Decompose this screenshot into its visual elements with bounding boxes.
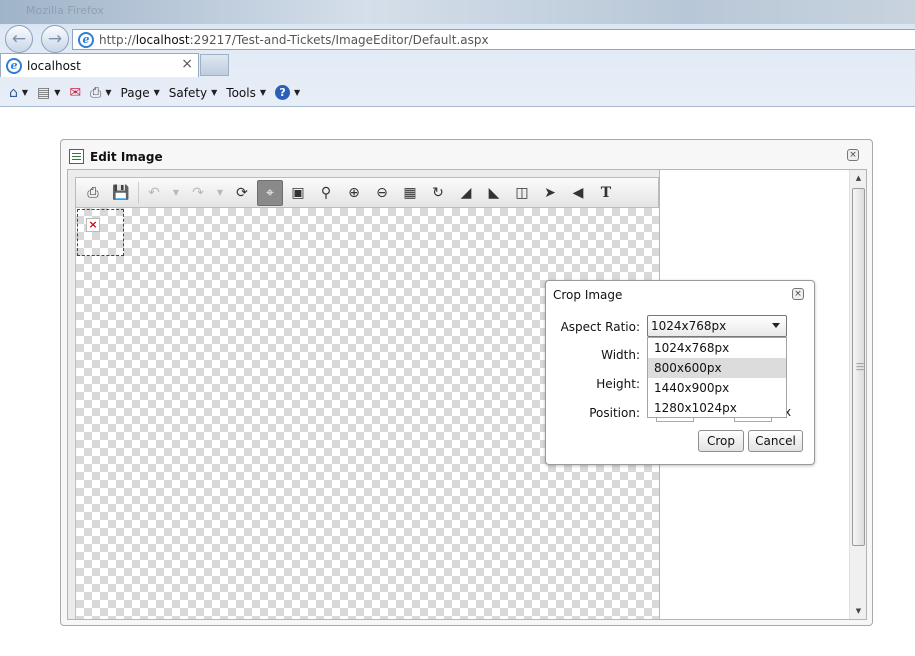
chevron-down-icon: ▼	[54, 88, 61, 97]
mail-icon: ✉	[69, 84, 82, 101]
scroll-down-arrow-icon[interactable]: ▼	[850, 603, 867, 619]
crop-selection-rectangle[interactable]: ×	[77, 209, 124, 256]
chevron-down-icon: ▼	[153, 88, 160, 97]
opacity-icon[interactable]: ➤	[537, 180, 563, 206]
edit-image-title: Edit Image	[90, 149, 163, 164]
chevron-down-icon: ▼	[21, 88, 29, 97]
print-icon[interactable]: ⎙	[80, 180, 106, 206]
tab-favicon-icon: e	[6, 57, 22, 74]
feeds-button[interactable]: ▤ ▼	[37, 85, 60, 101]
cancel-button[interactable]: Cancel	[748, 430, 803, 452]
position-label: Position:	[589, 406, 640, 420]
best-fit-icon[interactable]: ▦	[397, 180, 423, 206]
undo-dropdown-icon[interactable]: ▼	[169, 180, 183, 206]
rss-feed-icon: ▤	[37, 84, 51, 101]
flip-vertical-icon[interactable]: ◣	[481, 180, 507, 206]
safety-menu[interactable]: Safety ▼	[169, 86, 218, 100]
url-host: localhost	[135, 32, 190, 47]
chevron-down-icon: ▼	[259, 88, 267, 97]
aspect-ratio-value: 1024x768px	[651, 319, 727, 333]
tools-menu[interactable]: Tools ▼	[226, 86, 266, 100]
home-button[interactable]: ⌂ ▼	[9, 85, 28, 101]
print-menu-button[interactable]: ⎙ ▼	[90, 85, 111, 101]
rotate-icon[interactable]: ↻	[425, 180, 451, 206]
aspect-ratio-label: Aspect Ratio:	[560, 320, 640, 334]
browser-chrome: Mozilla Firefox ← → e http://localhost:2…	[0, 0, 915, 107]
undo-icon[interactable]: ↶	[141, 180, 167, 206]
browser-tab[interactable]: e localhost ×	[0, 53, 199, 77]
edit-image-titlebar: Edit Image	[69, 149, 163, 164]
page-menu[interactable]: Page ▼	[121, 86, 160, 100]
new-tab-button[interactable]	[200, 54, 229, 76]
chevron-down-icon	[772, 323, 780, 328]
edit-image-close-button[interactable]: ×	[847, 149, 859, 161]
zoom-in-icon[interactable]: ⊕	[341, 180, 367, 206]
aspect-ratio-dropdown-list: 1024x768px 800x600px 1440x900px 1280x102…	[647, 337, 787, 418]
aspect-option[interactable]: 1280x1024px	[648, 398, 786, 418]
broken-image-icon: ×	[86, 218, 100, 232]
zoom-icon[interactable]: ⚲	[313, 180, 339, 206]
window-title: Mozilla Firefox	[26, 4, 104, 17]
crop-dialog-close-button[interactable]: ×	[792, 288, 804, 300]
crop-dialog-title: Crop Image	[553, 288, 623, 302]
crop-icon[interactable]: ⌖	[257, 179, 283, 206]
printer-icon: ⎙	[90, 84, 102, 101]
address-bar[interactable]: e http://localhost:29217/Test-and-Ticket…	[72, 29, 915, 50]
forward-arrow-icon: →	[47, 29, 63, 49]
save-icon[interactable]: 💾	[108, 180, 134, 206]
crop-button[interactable]: Crop	[698, 430, 744, 452]
grip-icon: — — —	[856, 359, 864, 374]
image-editor-toolbar: ⎙ 💾 ↶ ▼ ↷ ▼ ⟳ ⌖ ▣ ⚲ ⊕ ⊖ ▦ ↻ ◢ ◣ ◫ ➤ ◀ T	[75, 177, 659, 208]
mail-button[interactable]: ✉	[69, 85, 81, 101]
toolbar-separator	[138, 181, 139, 204]
aspect-ratio-select[interactable]: 1024x768px	[647, 315, 787, 337]
back-arrow-icon: ←	[11, 29, 27, 49]
window-titlebar: Mozilla Firefox	[0, 0, 915, 24]
flip-horizontal-icon[interactable]: ◫	[509, 180, 535, 206]
document-icon	[69, 149, 84, 164]
redo-icon[interactable]: ↷	[185, 180, 211, 206]
scroll-up-arrow-icon[interactable]: ▲	[850, 170, 867, 186]
home-icon: ⌂	[9, 84, 18, 101]
chevron-down-icon: ▼	[294, 88, 301, 97]
tools-menu-label: Tools	[226, 85, 256, 100]
page-menu-label: Page	[120, 85, 150, 100]
redo-dropdown-icon[interactable]: ▼	[213, 180, 227, 206]
url-path: :29217/Test-and-Tickets/ImageEditor/Defa…	[189, 32, 489, 47]
chevron-down-icon: ▼	[211, 88, 218, 97]
resize-icon[interactable]: ▣	[285, 180, 311, 206]
flip-icon[interactable]: ◢	[453, 180, 479, 206]
crop-image-dialog: Crop Image × Aspect Ratio: Width: Height…	[545, 280, 815, 465]
zoom-out-icon[interactable]: ⊖	[369, 180, 395, 206]
vertical-scrollbar[interactable]: ▲ — — — ▼	[849, 170, 866, 619]
aspect-option[interactable]: 800x600px	[648, 358, 786, 378]
safety-menu-label: Safety	[168, 85, 208, 100]
command-bar: ⌂ ▼ ▤ ▼ ✉ ⎙ ▼ Page ▼ Safety ▼ Tools ▼ ? ▼	[0, 79, 300, 106]
help-menu[interactable]: ? ▼	[275, 85, 300, 100]
height-label: Height:	[596, 377, 640, 391]
aspect-option[interactable]: 1024x768px	[648, 338, 786, 358]
chevron-down-icon: ▼	[105, 88, 112, 97]
url-prefix: http://	[99, 32, 136, 47]
forward-button[interactable]: →	[41, 25, 69, 53]
mirror-icon[interactable]: ◀	[565, 180, 591, 206]
width-label: Width:	[601, 348, 640, 362]
add-text-icon[interactable]: T	[593, 180, 619, 206]
tab-title: localhost	[27, 58, 81, 73]
help-icon: ?	[275, 85, 291, 100]
ie-page-icon: e	[78, 31, 94, 48]
url-text[interactable]: http://localhost:29217/Test-and-Tickets/…	[99, 33, 489, 47]
aspect-option[interactable]: 1440x900px	[648, 378, 786, 398]
scrollbar-thumb[interactable]: — — —	[852, 188, 865, 546]
reset-icon[interactable]: ⟳	[229, 180, 255, 206]
back-button[interactable]: ←	[5, 25, 33, 53]
tab-close-icon[interactable]: ×	[181, 56, 193, 72]
